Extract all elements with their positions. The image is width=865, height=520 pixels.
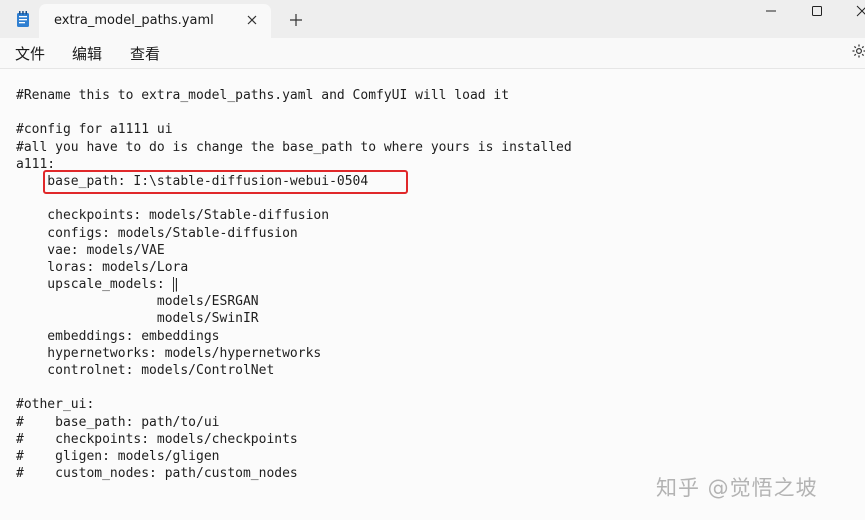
watermark: 知乎 @觉悟之坡: [656, 476, 818, 500]
code-area[interactable]: #Rename this to extra_model_paths.yaml a…: [16, 87, 572, 482]
highlight-box: [43, 170, 408, 194]
code-line: controlnet: models/ControlNet: [16, 363, 275, 378]
maximize-button[interactable]: [794, 0, 840, 26]
code-line: models/SwinIR: [16, 311, 259, 327]
code-line: configs: models/Stable-diffusion: [16, 225, 298, 241]
code-line: # custom_nodes: path/custom_nodes: [16, 466, 298, 482]
text-caret: [173, 277, 174, 292]
code-line: vae: models/VAE: [16, 242, 165, 258]
menu-view[interactable]: 查看: [130, 43, 160, 63]
code-line: #config for a1111 ui: [16, 122, 173, 138]
code-line: models/ESRGAN: [16, 294, 259, 310]
plus-icon[interactable]: [288, 12, 304, 28]
minimize-button[interactable]: [748, 0, 794, 26]
code-line: hypernetworks: models/hypernetworks: [16, 345, 322, 361]
code-line: #other_ui:: [16, 397, 95, 413]
menu-edit[interactable]: 编辑: [72, 43, 102, 63]
code-line: checkpoints: models/Stable-diffusion: [16, 208, 330, 224]
notepad-icon: [17, 11, 29, 27]
title-bar: extra_model_paths.yaml: [0, 0, 865, 38]
close-window-icon: [856, 5, 865, 17]
code-line: # base_path: path/to/ui: [16, 414, 220, 430]
minimize-icon: [766, 10, 776, 12]
code-line: #all you have to do is change the base_p…: [16, 139, 572, 155]
tab-extra-model-paths[interactable]: extra_model_paths.yaml: [39, 4, 271, 38]
code-line: #Rename this to extra_model_paths.yaml a…: [16, 88, 510, 103]
code-line: # checkpoints: models/checkpoints: [16, 431, 298, 447]
code-line: embeddings: embeddings: [16, 328, 220, 344]
menu-bar: 文件 编辑 查看: [0, 38, 865, 69]
close-icon[interactable]: [244, 12, 260, 28]
text-editor[interactable]: #Rename this to extra_model_paths.yaml a…: [0, 69, 865, 520]
tab-title: extra_model_paths.yaml: [54, 13, 214, 28]
code-line: # gligen: models/gligen: [16, 448, 220, 464]
menu-file[interactable]: 文件: [15, 43, 45, 63]
maximize-icon: [812, 6, 822, 16]
gear-icon[interactable]: [851, 43, 865, 59]
code-line: upscale_models: |: [16, 277, 181, 293]
code-line: loras: models/Lora: [16, 259, 189, 275]
close-window-button[interactable]: [840, 0, 865, 26]
